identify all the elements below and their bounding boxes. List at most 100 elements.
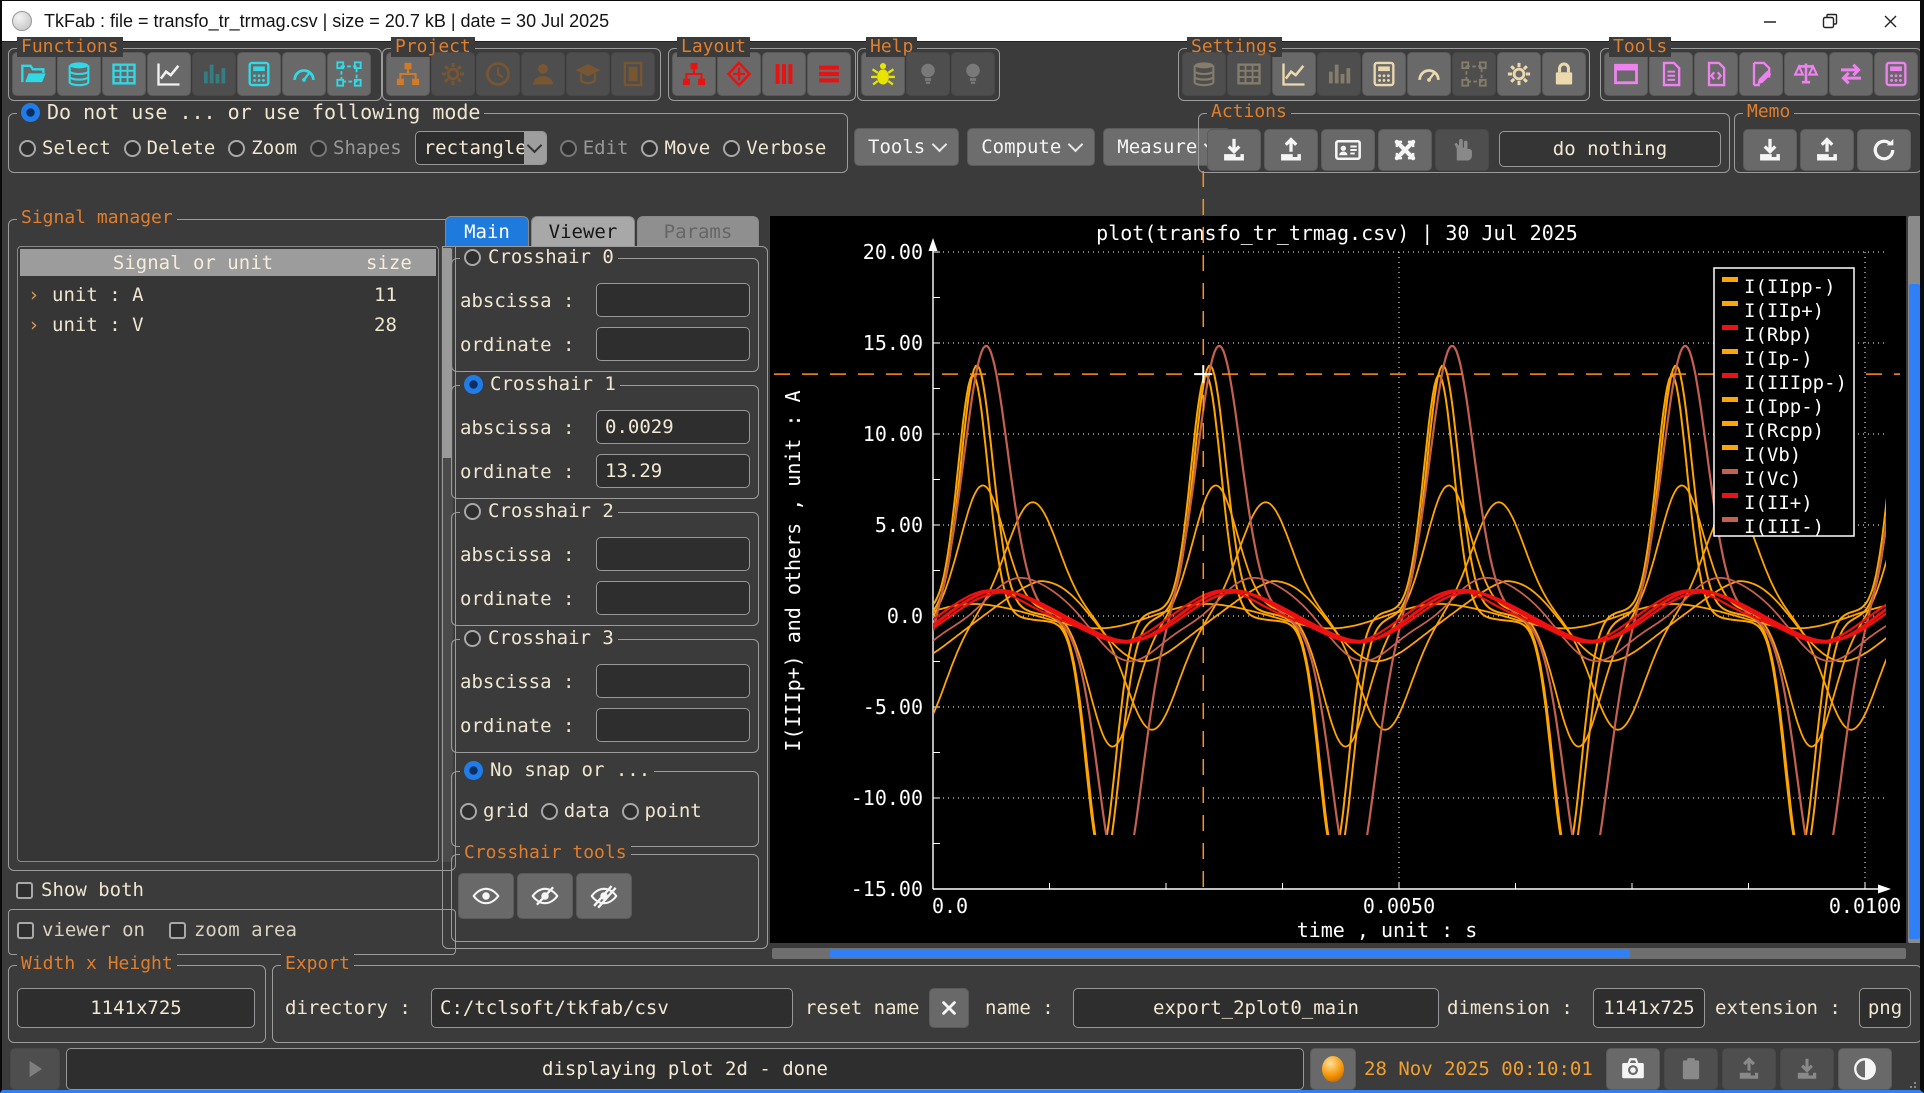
tree-row-size: 11 bbox=[374, 284, 434, 306]
document-button[interactable] bbox=[1649, 52, 1693, 96]
crosshair-3-ordinate-input[interactable] bbox=[596, 708, 750, 742]
abscissa-label: abscissa : bbox=[460, 544, 574, 566]
bug-button[interactable] bbox=[861, 52, 905, 96]
crosshair-0-ordinate-input[interactable] bbox=[596, 327, 750, 361]
tree-header[interactable]: Signal or unit size bbox=[20, 249, 436, 276]
crosshair-1-ordinate-input[interactable] bbox=[596, 454, 750, 488]
select-box-button[interactable] bbox=[327, 52, 371, 96]
legend-entry: I(III-) bbox=[1744, 516, 1824, 538]
expand-icon[interactable]: › bbox=[28, 284, 46, 306]
directory-input[interactable] bbox=[431, 988, 793, 1028]
snap-option-point[interactable]: point bbox=[622, 800, 702, 822]
crosshair-1-abscissa-input[interactable] bbox=[596, 410, 750, 444]
id-card-icon bbox=[1334, 136, 1362, 164]
tree-header-size[interactable]: size bbox=[366, 252, 436, 274]
plot-vscrollbar[interactable] bbox=[1908, 216, 1921, 943]
mode-radio-edit: Edit bbox=[560, 137, 629, 159]
led-icon bbox=[1322, 1056, 1344, 1082]
horizontal-bars-icon bbox=[815, 60, 843, 88]
legend-entry: I(Ip-) bbox=[1744, 348, 1813, 370]
tab-viewer[interactable]: Viewer bbox=[531, 216, 635, 247]
crosshair-2-abscissa-input[interactable] bbox=[596, 537, 750, 571]
dimension-input[interactable] bbox=[1593, 988, 1705, 1028]
eye-button[interactable] bbox=[458, 873, 514, 919]
lock-button[interactable] bbox=[1542, 52, 1586, 96]
document-edit-button[interactable] bbox=[1739, 52, 1783, 96]
sitemap-button[interactable] bbox=[386, 52, 430, 96]
crosshair-0-radio[interactable] bbox=[464, 249, 481, 266]
gear-button bbox=[431, 52, 475, 96]
crosshair-2-radio[interactable] bbox=[464, 503, 481, 520]
crosshair-2-ordinate-input[interactable] bbox=[596, 581, 750, 615]
gauge-button[interactable] bbox=[282, 52, 326, 96]
export-frame: Export directory : reset name name : dim… bbox=[272, 965, 1922, 1043]
y-tick-label: 15.00 bbox=[863, 331, 923, 355]
export-name-input[interactable] bbox=[1073, 988, 1439, 1028]
mode-radio-delete[interactable]: Delete bbox=[124, 137, 216, 159]
horizontal-bars-button[interactable] bbox=[807, 52, 851, 96]
show-both-checkbox[interactable] bbox=[16, 882, 33, 899]
tree-row[interactable]: ›unit : V28 bbox=[22, 310, 434, 340]
size-input[interactable] bbox=[17, 988, 255, 1028]
eye-off-button[interactable] bbox=[576, 873, 632, 919]
gear-button[interactable] bbox=[1497, 52, 1541, 96]
line-chart-button[interactable] bbox=[1272, 52, 1316, 96]
reset-name-button[interactable] bbox=[929, 988, 969, 1028]
crosshair-3-abscissa-input[interactable] bbox=[596, 664, 750, 698]
calculator-button[interactable] bbox=[237, 52, 281, 96]
viewer-on-checkbox[interactable] bbox=[17, 922, 34, 939]
mode-radio-move[interactable]: Move bbox=[641, 137, 710, 159]
table-button[interactable] bbox=[102, 52, 146, 96]
crosshair-0-label: Crosshair 0 bbox=[488, 247, 614, 267]
line-chart-button[interactable] bbox=[147, 52, 191, 96]
abscissa-label: abscissa : bbox=[460, 290, 574, 312]
snap-option-grid[interactable]: grid bbox=[460, 800, 529, 822]
sitemap-button[interactable] bbox=[672, 52, 716, 96]
vertical-bars-button[interactable] bbox=[762, 52, 806, 96]
mode-radio-select[interactable]: Select bbox=[19, 137, 111, 159]
swap-arrows-button[interactable] bbox=[1829, 52, 1873, 96]
target-button[interactable] bbox=[717, 52, 761, 96]
expand-icon[interactable]: › bbox=[28, 314, 46, 336]
contrast-button[interactable] bbox=[1838, 1048, 1892, 1090]
mode-radio-zoom[interactable]: Zoom bbox=[228, 137, 297, 159]
crosshair-0-abscissa-input[interactable] bbox=[596, 283, 750, 317]
toolbar-group-help: Help bbox=[857, 48, 1000, 101]
window-button[interactable] bbox=[1604, 52, 1648, 96]
camera-button[interactable] bbox=[1606, 1048, 1660, 1090]
gauge-button[interactable] bbox=[1407, 52, 1451, 96]
minimize-button[interactable] bbox=[1740, 1, 1800, 41]
mode-radio-verbose[interactable]: Verbose bbox=[723, 137, 826, 159]
tree-row[interactable]: ›unit : A11 bbox=[22, 280, 434, 310]
snap-radio[interactable] bbox=[464, 761, 483, 780]
led-button[interactable] bbox=[1310, 1048, 1356, 1090]
crosshair-3-radio[interactable] bbox=[464, 630, 481, 647]
shape-combobox[interactable]: rectangle bbox=[415, 131, 547, 165]
document-code-button[interactable] bbox=[1694, 52, 1738, 96]
calculator-button[interactable] bbox=[1874, 52, 1918, 96]
download-icon bbox=[1220, 136, 1248, 164]
plot-canvas[interactable]: plot(transfo_tr_trmag.csv) | 30 Jul 2025… bbox=[770, 161, 1906, 947]
scales-button[interactable] bbox=[1784, 52, 1828, 96]
crosshair-1-radio[interactable] bbox=[464, 375, 483, 394]
shuffle-x-icon bbox=[1391, 136, 1419, 164]
restore-button[interactable] bbox=[1800, 1, 1860, 41]
tab-main[interactable]: Main bbox=[445, 216, 529, 247]
tree-header-name[interactable]: Signal or unit bbox=[20, 252, 366, 274]
close-button[interactable] bbox=[1860, 1, 1920, 41]
folder-open-button[interactable] bbox=[12, 52, 56, 96]
eye-semi-button[interactable] bbox=[517, 873, 573, 919]
snap-option-data[interactable]: data bbox=[541, 800, 610, 822]
zoom-area-checkbox[interactable] bbox=[169, 922, 186, 939]
extension-input[interactable] bbox=[1859, 988, 1911, 1028]
abscissa-label: abscissa : bbox=[460, 417, 574, 439]
status-message[interactable]: displaying plot 2d - done bbox=[66, 1048, 1304, 1090]
plot-hscrollbar[interactable] bbox=[772, 948, 1906, 959]
resize-grip[interactable] bbox=[1906, 1078, 1916, 1088]
show-both-label: Show both bbox=[41, 879, 144, 901]
legend-entry: I(Rcpp) bbox=[1744, 420, 1824, 442]
mode-frame-radio[interactable] bbox=[21, 103, 40, 122]
vertical-bars-icon bbox=[770, 60, 798, 88]
calculator-button[interactable] bbox=[1362, 52, 1406, 96]
database-button[interactable] bbox=[57, 52, 101, 96]
